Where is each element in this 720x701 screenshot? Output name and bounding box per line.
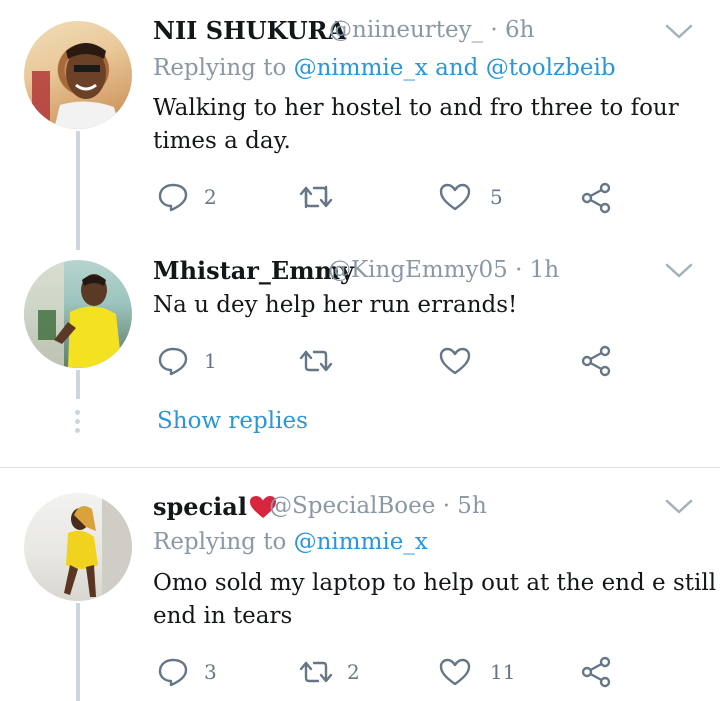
reply-button[interactable]: 2 <box>157 182 217 212</box>
show-replies-link[interactable]: Show replies <box>157 408 308 434</box>
reply-icon <box>157 182 189 212</box>
chevron-down-icon <box>664 20 694 42</box>
reply-icon <box>157 657 189 687</box>
avatar[interactable] <box>24 260 132 368</box>
share-icon <box>580 182 612 214</box>
retweet-icon <box>298 183 334 211</box>
author-name[interactable]: NII SHUKURA <box>153 16 346 45</box>
retweet-icon <box>298 658 334 686</box>
mention-link[interactable]: @nimmie_x <box>294 529 428 555</box>
replying-to: Replying to @nimmie_x and @toolzbeib <box>153 55 616 81</box>
heart-icon <box>439 182 471 212</box>
tweet-time: · 6h <box>490 17 535 43</box>
reply-icon <box>157 346 189 376</box>
retweet-button[interactable] <box>298 183 349 211</box>
retweet-icon <box>298 347 334 375</box>
tweet-text: Walking to her hostel to and fro three t… <box>153 95 679 154</box>
tweet-text: Omo sold my laptop to help out at the en… <box>153 570 717 629</box>
heart-icon <box>439 346 471 376</box>
reply-count: 3 <box>204 660 217 684</box>
share-icon <box>580 656 612 688</box>
like-count: 11 <box>490 660 516 684</box>
replying-to: Replying to @nimmie_x <box>153 529 428 555</box>
tweet-time: · 5h <box>442 493 487 519</box>
author-name[interactable]: Mhistar_Emmy <box>153 256 354 285</box>
author-handle-time[interactable]: @KingEmmy05 · 1h <box>328 257 559 283</box>
share-button[interactable] <box>580 182 612 214</box>
tweet-text: Na u dey help her run errands! <box>153 292 518 318</box>
chevron-down-icon <box>664 495 694 517</box>
author-handle[interactable]: @KingEmmy05 <box>328 257 508 283</box>
share-button[interactable] <box>580 656 612 688</box>
thread-line <box>76 603 80 701</box>
more-options-button[interactable] <box>664 20 694 42</box>
mention-link[interactable]: @toolzbeib <box>486 55 616 81</box>
thread-dot <box>75 428 80 433</box>
like-count: 5 <box>490 185 503 209</box>
chevron-down-icon <box>664 259 694 281</box>
author-handle-time[interactable]: @niineurtey_ · 6h <box>329 17 535 43</box>
thread-dot <box>75 419 80 424</box>
more-options-button[interactable] <box>664 259 694 281</box>
share-icon <box>580 345 612 377</box>
tweet-time: · 1h <box>515 257 560 283</box>
reply-count: 2 <box>204 185 217 209</box>
avatar[interactable] <box>24 493 132 601</box>
thread-line <box>76 131 80 250</box>
thread-line <box>76 370 80 399</box>
author-handle[interactable]: @SpecialBoee <box>269 493 435 519</box>
avatar[interactable] <box>24 21 132 129</box>
heart-icon <box>439 657 471 687</box>
mention-link[interactable]: @nimmie_x <box>294 55 428 81</box>
thread-dot <box>75 410 80 415</box>
like-button[interactable]: 11 <box>439 657 515 687</box>
divider <box>0 467 720 468</box>
reply-count: 1 <box>204 349 217 373</box>
share-button[interactable] <box>580 345 612 377</box>
like-button[interactable]: 5 <box>439 182 503 212</box>
retweet-count: 2 <box>347 660 360 684</box>
author-handle[interactable]: @niineurtey_ <box>329 17 483 43</box>
reply-button[interactable]: 1 <box>157 346 217 376</box>
more-options-button[interactable] <box>664 495 694 517</box>
reply-button[interactable]: 3 <box>157 657 217 687</box>
author-name[interactable]: special <box>153 492 277 521</box>
like-button[interactable] <box>439 346 490 376</box>
author-handle-time[interactable]: @SpecialBoee · 5h <box>269 493 487 519</box>
retweet-button[interactable] <box>298 347 349 375</box>
retweet-button[interactable]: 2 <box>298 658 360 686</box>
